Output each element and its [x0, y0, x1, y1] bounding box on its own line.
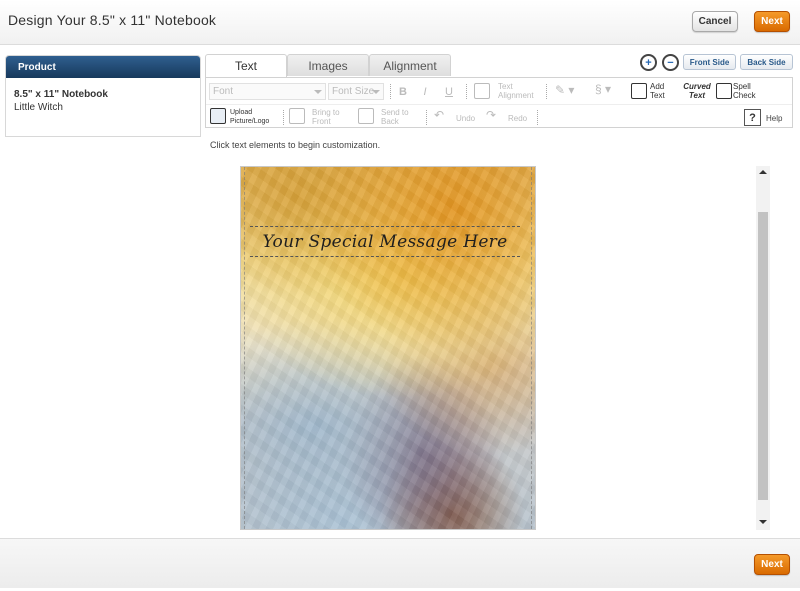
- bring-to-front-button[interactable]: Bring to Front: [312, 108, 352, 126]
- italic-button[interactable]: I: [416, 83, 434, 100]
- send-to-back-icon: [358, 108, 374, 124]
- scroll-down-arrow-icon[interactable]: [759, 520, 767, 524]
- spell-check-icon: [716, 83, 732, 99]
- toolbar-divider: [390, 84, 391, 99]
- redo-icon: ↷: [486, 108, 497, 122]
- safe-area-guide-left: [244, 167, 245, 529]
- next-button-top[interactable]: Next: [754, 11, 790, 32]
- message-text: Your Special Message Here: [262, 231, 508, 252]
- message-text-element[interactable]: Your Special Message Here: [250, 226, 520, 257]
- customization-hint: Click text elements to begin customizati…: [210, 140, 381, 150]
- scroll-up-arrow-icon[interactable]: [759, 170, 767, 174]
- font-select[interactable]: Font: [209, 83, 326, 100]
- back-side-button[interactable]: Back Side: [740, 54, 793, 70]
- product-heading: Product: [6, 56, 200, 78]
- toolbar-divider: [537, 110, 538, 125]
- front-side-button[interactable]: Front Side: [683, 54, 736, 70]
- redo-button[interactable]: Redo: [508, 114, 527, 123]
- toolbar-divider: [426, 110, 427, 125]
- help-label[interactable]: Help: [766, 114, 782, 123]
- bring-to-front-icon: [289, 108, 305, 124]
- undo-icon: ↶: [434, 108, 445, 122]
- notebook-cover-artwork: [241, 167, 535, 529]
- design-canvas[interactable]: Your Special Message Here: [240, 166, 536, 530]
- editor-tabs: Text Images Alignment: [205, 54, 451, 77]
- font-select-value: Font: [213, 86, 234, 97]
- toolbar-row-arrange: Upload Picture/Logo Bring to Front Send …: [206, 104, 792, 128]
- font-size-select-value: Font Size: [332, 86, 375, 97]
- text-toolbar: Font Font Size B I U Text Alignment ✎ ▾ …: [205, 77, 793, 128]
- zoom-out-icon[interactable]: −: [662, 54, 679, 71]
- spell-check-button[interactable]: Spell Check: [733, 82, 763, 100]
- picture-icon: [210, 108, 226, 124]
- scroll-thumb[interactable]: [758, 212, 768, 500]
- next-button-bottom[interactable]: Next: [754, 554, 790, 575]
- product-panel: Product 8.5" x 11" Notebook Little Witch: [5, 55, 201, 137]
- text-effects-icon[interactable]: § ▾: [595, 83, 611, 95]
- product-design-name: Little Witch: [14, 102, 63, 113]
- tab-text[interactable]: Text: [205, 54, 287, 77]
- help-icon[interactable]: ?: [744, 109, 761, 126]
- cancel-button[interactable]: Cancel: [692, 11, 738, 32]
- tab-images[interactable]: Images: [287, 54, 369, 76]
- add-text-icon: [631, 83, 647, 99]
- toolbar-divider: [546, 84, 547, 99]
- safe-area-guide-right: [531, 167, 532, 529]
- bold-button[interactable]: B: [394, 83, 412, 100]
- footer-bar: [0, 538, 800, 588]
- text-align-icon: [474, 83, 490, 99]
- send-to-back-button[interactable]: Send to Back: [381, 108, 421, 126]
- toolbar-row-format: Font Font Size B I U Text Alignment ✎ ▾ …: [206, 79, 792, 103]
- underline-button[interactable]: U: [440, 83, 458, 100]
- product-name: 8.5" x 11" Notebook: [14, 89, 108, 100]
- font-size-select[interactable]: Font Size: [328, 83, 384, 100]
- add-text-button[interactable]: Add Text: [650, 82, 670, 100]
- toolbar-divider: [466, 84, 467, 99]
- canvas-scrollbar[interactable]: [756, 166, 770, 530]
- tab-alignment[interactable]: Alignment: [369, 54, 451, 76]
- undo-button[interactable]: Undo: [456, 114, 475, 123]
- text-color-icon[interactable]: ✎ ▾: [555, 84, 574, 96]
- text-alignment-button[interactable]: Text Alignment: [498, 82, 538, 100]
- chevron-down-icon: [372, 90, 380, 94]
- page-title: Design Your 8.5" x 11" Notebook: [8, 12, 217, 28]
- toolbar-divider: [283, 110, 284, 125]
- curved-text-button[interactable]: Curved Text: [680, 82, 714, 100]
- header-bar: Design Your 8.5" x 11" Notebook Cancel N…: [0, 0, 800, 45]
- chevron-down-icon: [314, 90, 322, 94]
- upload-picture-button[interactable]: Upload Picture/Logo: [230, 108, 280, 126]
- zoom-in-icon[interactable]: +: [640, 54, 657, 71]
